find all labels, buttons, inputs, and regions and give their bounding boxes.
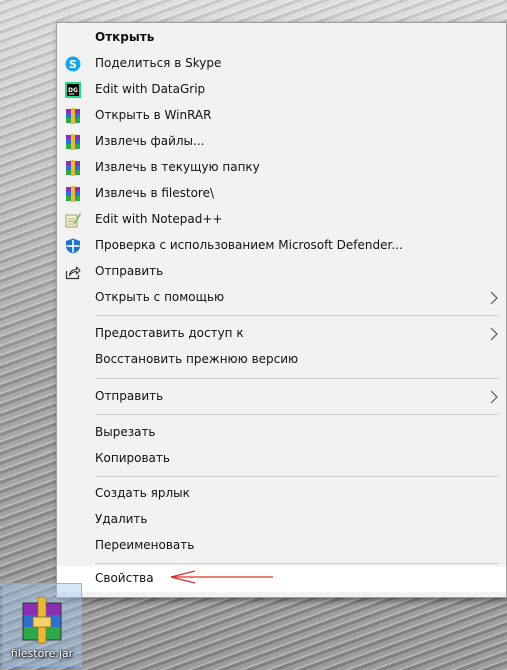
menu-item-extract-files[interactable]: Извлечь файлы... [57, 129, 506, 155]
menu-item-open[interactable]: Открыть [57, 25, 506, 51]
menu-separator [95, 315, 499, 316]
winrar-icon [66, 160, 80, 176]
chevron-right-icon [490, 291, 498, 305]
menu-separator [95, 563, 499, 564]
menu-item-label: Удалить [95, 512, 148, 526]
menu-item-give-access[interactable]: Предоставить доступ к [57, 321, 506, 347]
menu-item-label: Извлечь в filestore\ [95, 186, 215, 200]
menu-item-open-winrar[interactable]: Открыть в WinRAR [57, 103, 506, 129]
menu-item-label: Edit with Notepad++ [95, 212, 223, 226]
svg-text:S: S [69, 58, 77, 71]
menu-item-edit-notepadpp[interactable]: Edit with Notepad++ [57, 207, 506, 233]
winrar-archive-icon [22, 596, 62, 644]
datagrip-icon: DG [65, 82, 81, 98]
menu-item-label: Предоставить доступ к [95, 326, 244, 340]
annotation-arrow-icon [170, 570, 273, 584]
menu-item-label: Восстановить прежнюю версию [95, 352, 299, 366]
skype-icon: S [65, 56, 81, 72]
chevron-right-icon [490, 327, 498, 341]
chevron-right-icon [490, 390, 498, 404]
share-icon [65, 266, 81, 280]
menu-item-send-to[interactable]: Отправить [57, 384, 506, 410]
menu-item-label: Открыть в WinRAR [95, 108, 212, 122]
menu-item-label: Переименовать [95, 538, 195, 552]
menu-item-create-shortcut[interactable]: Создать ярлык [57, 481, 506, 507]
desktop-file-icon[interactable]: filestore.jar [2, 583, 82, 667]
menu-separator [95, 414, 499, 415]
winrar-icon [66, 186, 80, 202]
menu-item-label: Извлечь в текущую папку [95, 160, 260, 174]
menu-item-label: Создать ярлык [95, 486, 190, 500]
menu-item-label: Отправить [95, 264, 164, 278]
menu-item-delete[interactable]: Удалить [57, 507, 506, 533]
svg-text:DG: DG [68, 87, 78, 94]
menu-separator [95, 378, 499, 379]
menu-item-extract-to-folder[interactable]: Извлечь в filestore\ [57, 181, 506, 207]
menu-item-extract-here[interactable]: Извлечь в текущую папку [57, 155, 506, 181]
menu-item-edit-datagrip[interactable]: DG Edit with DataGrip [57, 77, 506, 103]
menu-item-label: Открыть с помощью [95, 290, 225, 304]
menu-item-label: Свойства [95, 571, 154, 585]
menu-item-label: Поделиться в Skype [95, 56, 222, 70]
menu-item-label: Отправить [95, 389, 164, 403]
file-name-label: filestore.jar [10, 647, 74, 660]
menu-item-scan-defender[interactable]: Проверка с использованием Microsoft Defe… [57, 233, 506, 259]
menu-item-share-skype[interactable]: S Поделиться в Skype [57, 51, 506, 77]
menu-separator [95, 476, 499, 477]
defender-icon [66, 238, 80, 254]
context-menu: Открыть S Поделиться в Skype DG Edit wit… [56, 22, 507, 598]
menu-item-copy[interactable]: Копировать [57, 446, 506, 472]
menu-item-label: Копировать [95, 451, 170, 465]
menu-item-cut[interactable]: Вырезать [57, 420, 506, 446]
menu-item-label: Проверка с использованием Microsoft Defe… [95, 238, 403, 252]
menu-item-label: Открыть [95, 30, 155, 44]
winrar-icon [66, 134, 80, 150]
menu-item-label: Извлечь файлы... [95, 134, 205, 148]
menu-item-rename[interactable]: Переименовать [57, 533, 506, 559]
menu-item-label: Вырезать [95, 425, 156, 439]
menu-item-share[interactable]: Отправить [57, 259, 506, 285]
menu-item-restore-previous[interactable]: Восстановить прежнюю версию [57, 347, 506, 373]
notepadpp-icon [65, 213, 81, 228]
winrar-icon [66, 108, 80, 124]
menu-item-open-with[interactable]: Открыть с помощью [57, 285, 506, 311]
menu-item-properties[interactable]: Свойства [57, 566, 506, 592]
menu-item-label: Edit with DataGrip [95, 82, 206, 96]
